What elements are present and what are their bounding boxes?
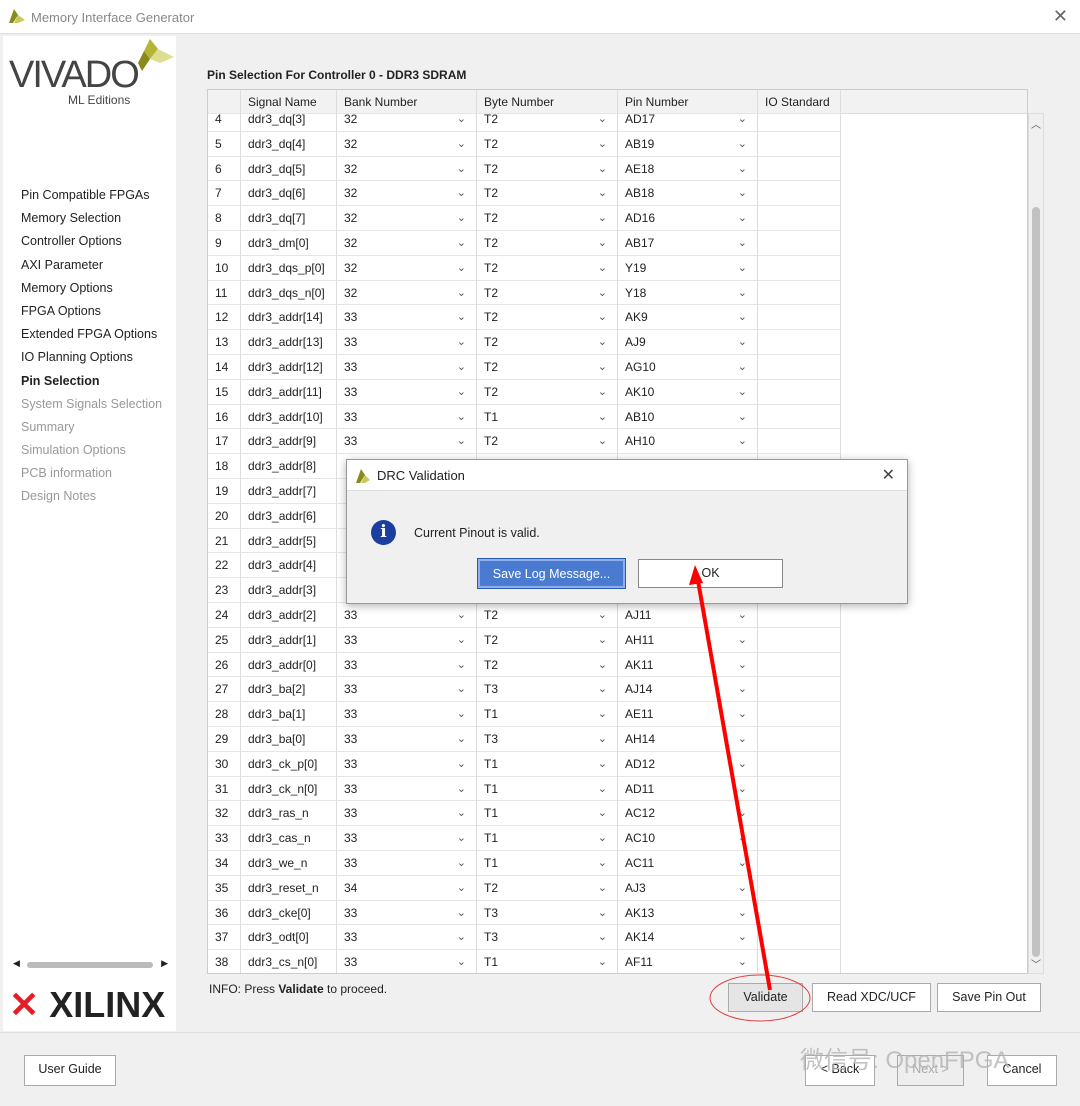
annotation-overlay	[689, 565, 811, 1022]
annotation-arrowhead	[689, 565, 703, 585]
annotation-arrow	[695, 574, 772, 991]
validate-highlight-ellipse	[709, 974, 811, 1022]
